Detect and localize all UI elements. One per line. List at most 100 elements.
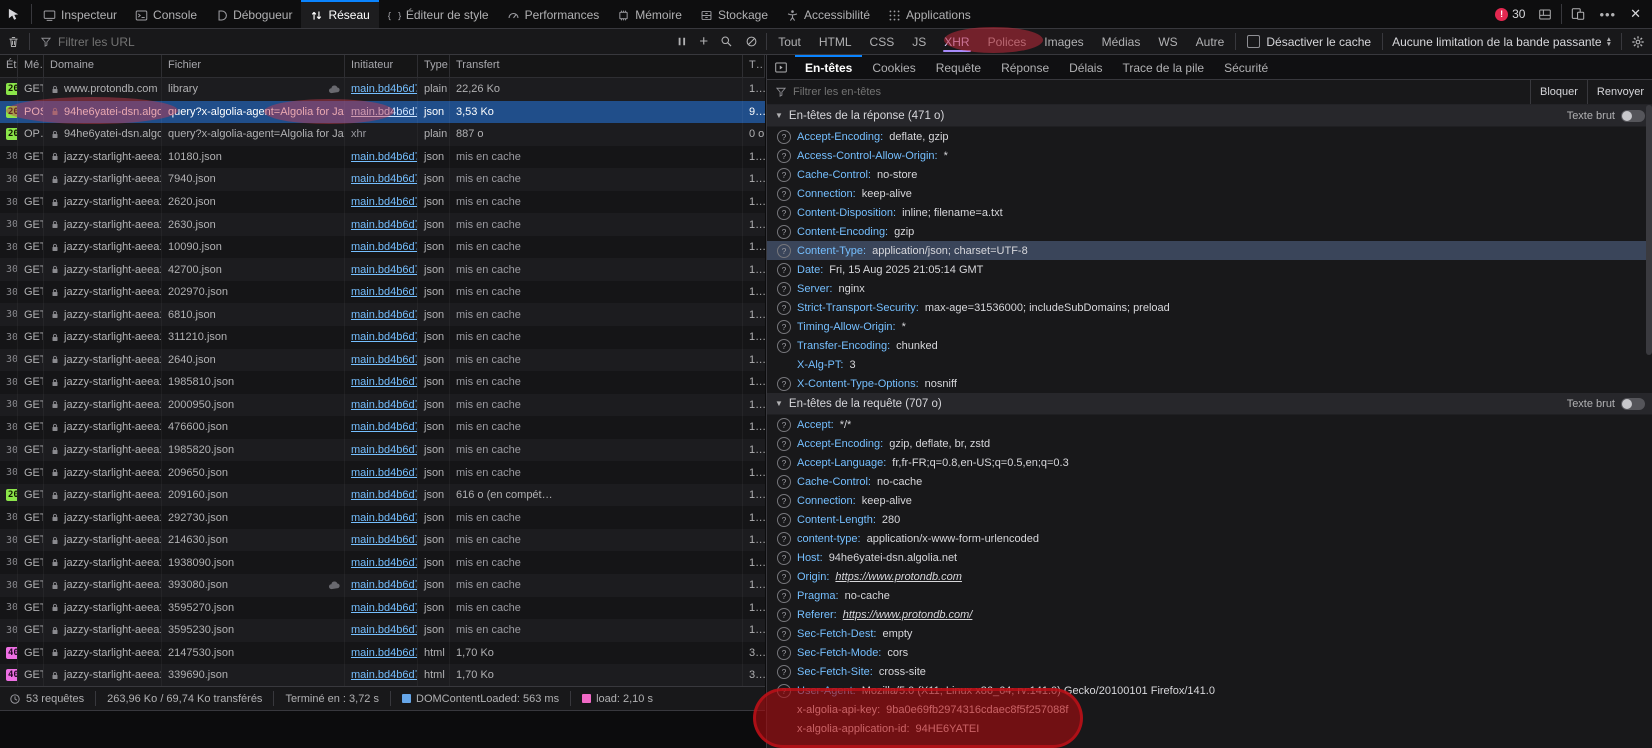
initiator-link[interactable]: main.bd4b6d75.j… [351, 602, 418, 614]
help-icon[interactable]: ? [777, 263, 791, 277]
help-icon[interactable]: ? [777, 437, 791, 451]
table-row[interactable]: 304GETjazzy-starlight-aeea19.netli…35952… [0, 597, 765, 620]
table-row[interactable]: 304GETjazzy-starlight-aeea19.netli…6810.… [0, 303, 765, 326]
table-row[interactable]: 304GETjazzy-starlight-aeea19.netli…39308… [0, 574, 765, 597]
table-row[interactable]: 304GETjazzy-starlight-aeea19.netli…20009… [0, 394, 765, 417]
header-row[interactable]: ?Timing-Allow-Origin:* [767, 317, 1652, 336]
initiator-link[interactable]: main.bd4b6d75.j… [351, 241, 418, 253]
raw-toggle[interactable]: Texte brut [1567, 110, 1645, 122]
table-row[interactable]: 304GETjazzy-starlight-aeea19.netli…10090… [0, 236, 765, 259]
help-icon[interactable]: ? [777, 130, 791, 144]
initiator-link[interactable]: main.bd4b6d75.j… [351, 647, 418, 659]
help-icon[interactable]: ? [777, 475, 791, 489]
filter-tout[interactable]: Tout [769, 29, 810, 54]
filter-css[interactable]: CSS [861, 29, 904, 54]
initiator-link[interactable]: main.bd4b6d75.j… [351, 444, 418, 456]
details-tab-requete[interactable]: Requête [926, 55, 991, 79]
details-scrollbar-thumb[interactable] [1646, 105, 1652, 355]
column-header-initiateur[interactable]: Initiateur [345, 55, 418, 77]
disable-cache-checkbox[interactable] [1247, 35, 1260, 48]
initiator-link[interactable]: main.bd4b6d75.j… [351, 151, 418, 163]
column-header-type[interactable]: Type [418, 55, 450, 77]
initiator-link[interactable]: main.bd4b6d75.j… [351, 173, 418, 185]
search-button[interactable] [714, 35, 739, 48]
header-row[interactable]: ?Transfer-Encoding:chunked [767, 336, 1652, 355]
help-icon[interactable]: ? [777, 244, 791, 258]
help-icon[interactable]: ? [777, 206, 791, 220]
help-icon[interactable]: ? [777, 418, 791, 432]
help-icon[interactable]: ? [777, 532, 791, 546]
request-headers-section[interactable]: ▼En-têtes de la requête (707 o)Texte bru… [767, 393, 1652, 415]
table-row[interactable]: 304GETjazzy-starlight-aeea19.netli…19858… [0, 439, 765, 462]
header-row[interactable]: ?X-Content-Type-Options:nosniff [767, 374, 1652, 393]
header-row[interactable]: x-algolia-api-key:9ba0e69fb2974316cdaec8… [767, 700, 1652, 719]
help-icon[interactable]: ? [777, 589, 791, 603]
header-row[interactable]: ?Content-Disposition:inline; filename=a.… [767, 203, 1652, 222]
filter-html[interactable]: HTML [810, 29, 861, 54]
header-row[interactable]: ?Sec-Fetch-Site:cross-site [767, 662, 1652, 681]
column-header-fichier[interactable]: Fichier [162, 55, 345, 77]
disable-cache-control[interactable]: Désactiver le cache [1238, 35, 1380, 49]
table-row[interactable]: 304GETjazzy-starlight-aeea19.netli…19858… [0, 371, 765, 394]
help-icon[interactable]: ? [777, 339, 791, 353]
header-value-link[interactable]: https://www.protondb.com [835, 571, 962, 583]
tab-applications[interactable]: Applications [879, 0, 980, 28]
header-row[interactable]: ?Accept-Encoding:gzip, deflate, br, zstd [767, 434, 1652, 453]
filter-polices[interactable]: Polices [979, 29, 1036, 54]
table-row[interactable]: 304GETjazzy-starlight-aeea19.netli…2620.… [0, 191, 765, 214]
help-icon[interactable]: ? [777, 551, 791, 565]
tab-stockage[interactable]: Stockage [691, 0, 777, 28]
raw-toggle-switch[interactable] [1621, 398, 1645, 410]
table-row[interactable]: 304GETjazzy-starlight-aeea19.netli…7940.… [0, 168, 765, 191]
help-icon[interactable]: ? [777, 320, 791, 334]
initiator-link[interactable]: main.bd4b6d75.j… [351, 106, 418, 118]
tab-accessibilite[interactable]: Accessibilité [777, 0, 879, 28]
details-tab-delais[interactable]: Délais [1059, 55, 1112, 79]
tab-reseau[interactable]: Réseau [301, 0, 378, 28]
tab-inspecteur[interactable]: Inspecteur [34, 0, 126, 28]
table-row[interactable]: 304GETjazzy-starlight-aeea19.netli…2640.… [0, 349, 765, 372]
header-row[interactable]: X-Alg-PT:3 [767, 355, 1652, 374]
header-row[interactable]: ?Server:nginx [767, 279, 1652, 298]
error-count-badge[interactable]: ! 30 [1489, 7, 1531, 21]
initiator-link[interactable]: main.bd4b6d75.j… [351, 196, 418, 208]
initiator-link[interactable]: main.bd4b6d75.j… [351, 331, 418, 343]
tab-memoire[interactable]: Mémoire [608, 0, 691, 28]
help-icon[interactable]: ? [777, 627, 791, 641]
table-row[interactable]: 304GETjazzy-starlight-aeea19.netli…10180… [0, 146, 765, 169]
pause-traffic-button[interactable] [671, 36, 693, 47]
table-row[interactable]: 304GETjazzy-starlight-aeea19.netli…47660… [0, 416, 765, 439]
header-row[interactable]: ?Content-Encoding:gzip [767, 222, 1652, 241]
raw-toggle-switch[interactable] [1621, 110, 1645, 122]
details-tab-reponse[interactable]: Réponse [991, 55, 1059, 79]
initiator-link[interactable]: main.bd4b6d75.j… [351, 467, 418, 479]
header-row[interactable]: ?Host:94he6yatei-dsn.algolia.net [767, 548, 1652, 567]
initiator-link[interactable]: main.bd4b6d75.j… [351, 354, 418, 366]
header-row[interactable]: ?Pragma:no-cache [767, 586, 1652, 605]
help-icon[interactable]: ? [777, 377, 791, 391]
table-row[interactable]: 304GETjazzy-starlight-aeea19.netli…42700… [0, 258, 765, 281]
header-row[interactable]: ?Sec-Fetch-Dest:empty [767, 624, 1652, 643]
header-row[interactable]: ?Connection:keep-alive [767, 491, 1652, 510]
column-header-eta[interactable]: Éta [0, 55, 18, 77]
help-icon[interactable]: ? [777, 168, 791, 182]
header-row[interactable]: ?Connection:keep-alive [767, 184, 1652, 203]
throttling-select[interactable]: Aucune limitation de la bande passante ▲… [1385, 35, 1619, 49]
filter-ws[interactable]: WS [1149, 29, 1186, 54]
table-row[interactable]: 200POST94he6yatei-dsn.algolia.netquery?x… [0, 101, 765, 124]
help-icon[interactable]: ? [777, 665, 791, 679]
column-header-transfert[interactable]: Transfert [450, 55, 743, 77]
block-requests-button[interactable] [739, 35, 764, 48]
close-devtools-button[interactable]: ✕ [1623, 6, 1648, 22]
initiator-link[interactable]: main.bd4b6d75.j… [351, 557, 418, 569]
url-filter-input[interactable]: Filtrer les URL [32, 35, 671, 49]
help-icon[interactable]: ? [777, 646, 791, 660]
initiator-link[interactable]: main.bd4b6d75.j… [351, 219, 418, 231]
header-row[interactable]: ?content-type:application/x-www-form-url… [767, 529, 1652, 548]
initiator-link[interactable]: main.bd4b6d75.j… [351, 376, 418, 388]
header-row[interactable]: ?Accept:*/* [767, 415, 1652, 434]
details-tab-trace-de-la-pile[interactable]: Trace de la pile [1112, 55, 1214, 79]
header-row[interactable]: ?Content-Length:280 [767, 510, 1652, 529]
table-row[interactable]: 304GETjazzy-starlight-aeea19.netli…21463… [0, 529, 765, 552]
header-row[interactable]: ?Content-Type:application/json; charset=… [767, 241, 1652, 260]
